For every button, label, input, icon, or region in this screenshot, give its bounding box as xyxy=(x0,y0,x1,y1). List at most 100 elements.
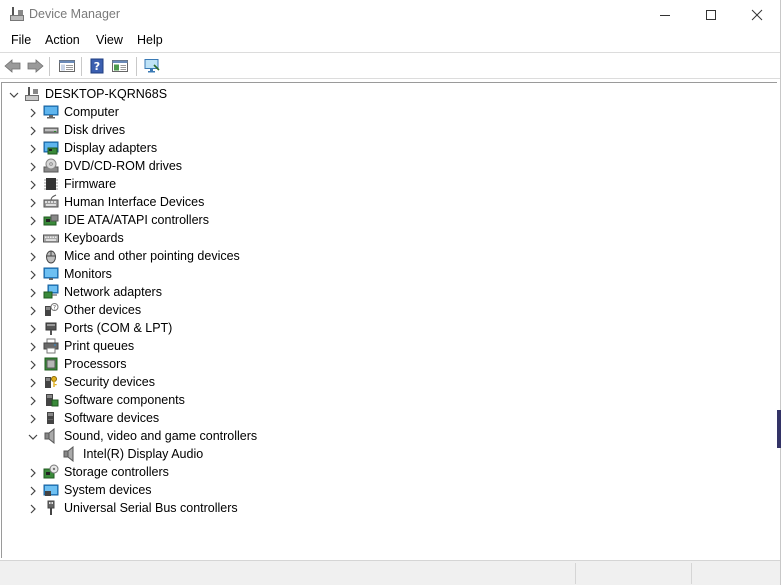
monitor-scan-icon xyxy=(144,59,160,73)
chevron-right-icon[interactable] xyxy=(28,251,38,262)
port-icon xyxy=(43,320,59,336)
mouse-icon xyxy=(43,248,59,264)
chevron-right-icon[interactable] xyxy=(28,377,38,388)
forward-button[interactable] xyxy=(25,56,45,76)
chevron-right-icon[interactable] xyxy=(28,269,38,280)
tree-category-item[interactable]: Print queues xyxy=(2,337,762,355)
tree-category-item[interactable]: Human Interface Devices xyxy=(2,193,762,211)
tree-child-item[interactable]: Intel(R) Display Audio xyxy=(2,445,762,463)
svg-text:?: ? xyxy=(94,60,100,73)
tree-category-item[interactable]: Disk drives xyxy=(2,121,762,139)
maximize-button[interactable] xyxy=(688,0,734,30)
chevron-right-icon[interactable] xyxy=(28,413,38,424)
tree-category-item[interactable]: Computer xyxy=(2,103,762,121)
tree-category-item[interactable]: Firmware xyxy=(2,175,762,193)
tree-item-label: Other devices xyxy=(64,303,142,317)
tree-category-item[interactable]: Sound, video and game controllers xyxy=(2,427,762,445)
tree-item-label: IDE ATA/ATAPI controllers xyxy=(64,213,209,227)
tree-category-item[interactable]: IDE ATA/ATAPI controllers xyxy=(2,211,762,229)
chevron-right-icon[interactable] xyxy=(28,305,38,316)
keyboard-icon xyxy=(43,230,59,246)
chevron-right-icon[interactable] xyxy=(28,197,38,208)
toolbar-separator xyxy=(49,57,50,76)
chevron-down-icon[interactable] xyxy=(28,431,38,441)
tree-root[interactable]: DESKTOP-KQRN68S xyxy=(2,85,762,103)
tree-category-item[interactable]: ? Other devices xyxy=(2,301,762,319)
menu-help[interactable]: Help xyxy=(136,33,164,47)
device-manager-app-icon xyxy=(9,6,25,22)
tree-category-item[interactable]: DVD/CD-ROM drives xyxy=(2,157,762,175)
help-button[interactable]: ? xyxy=(87,56,107,76)
minimize-icon xyxy=(660,15,670,16)
tree-item-label: Ports (COM & LPT) xyxy=(64,321,173,335)
title-bar[interactable]: Device Manager xyxy=(0,0,780,30)
tree-item-label: Human Interface Devices xyxy=(64,195,205,209)
tree-category-item[interactable]: Software devices xyxy=(2,409,762,427)
menu-bar: File Action View Help xyxy=(0,30,780,52)
maximize-icon xyxy=(706,10,716,20)
chevron-right-icon[interactable] xyxy=(28,341,38,352)
tree-category-item[interactable]: Keyboards xyxy=(2,229,762,247)
tree-item-label: Disk drives xyxy=(64,123,126,137)
svg-text:?: ? xyxy=(53,304,56,311)
monitor-icon xyxy=(43,266,59,282)
chevron-right-icon[interactable] xyxy=(28,323,38,334)
chevron-right-icon[interactable] xyxy=(28,467,38,478)
chevron-right-icon[interactable] xyxy=(28,125,38,136)
show-hide-console-tree-button[interactable] xyxy=(57,56,77,76)
menu-file[interactable]: File xyxy=(10,33,32,47)
tree-category-item[interactable]: Storage controllers xyxy=(2,463,762,481)
chevron-right-icon[interactable] xyxy=(28,215,38,226)
close-button[interactable] xyxy=(734,0,780,30)
storage-controller-icon xyxy=(43,464,59,480)
tree-item-label: Intel(R) Display Audio xyxy=(83,447,204,461)
device-tree[interactable]: DESKTOP-KQRN68S Computer Disk drives Displ… xyxy=(1,82,777,558)
chevron-right-icon[interactable] xyxy=(28,161,38,172)
tree-item-label: Security devices xyxy=(64,375,156,389)
software-device-icon xyxy=(43,410,59,426)
chevron-right-icon[interactable] xyxy=(28,179,38,190)
chevron-right-icon[interactable] xyxy=(28,107,38,118)
printer-icon xyxy=(43,338,59,354)
software-component-icon xyxy=(43,392,59,408)
menu-action[interactable]: Action xyxy=(44,33,81,47)
tree-category-item[interactable]: Processors xyxy=(2,355,762,373)
tree-category-item[interactable]: Security devices xyxy=(2,373,762,391)
chevron-right-icon[interactable] xyxy=(28,395,38,406)
tree-item-label: Keyboards xyxy=(64,231,124,245)
network-adapter-icon xyxy=(43,284,59,300)
disk-drive-icon xyxy=(43,122,59,138)
status-cell xyxy=(575,563,576,584)
chevron-right-icon[interactable] xyxy=(28,287,38,298)
tree-item-label: Software devices xyxy=(64,411,160,425)
tree-category-item[interactable]: System devices xyxy=(2,481,762,499)
chevron-right-icon[interactable] xyxy=(28,143,38,154)
tree-category-item[interactable]: Display adapters xyxy=(2,139,762,157)
tree-item-label: Firmware xyxy=(64,177,117,191)
tree-category-item[interactable]: Universal Serial Bus controllers xyxy=(2,499,762,517)
menu-view[interactable]: View xyxy=(95,33,124,47)
security-device-icon xyxy=(43,374,59,390)
tree-category-item[interactable]: Mice and other pointing devices xyxy=(2,247,762,265)
processor-icon xyxy=(43,356,59,372)
tree-category-item[interactable]: Network adapters xyxy=(2,283,762,301)
tree-category-item[interactable]: Software components xyxy=(2,391,762,409)
display-adapter-icon xyxy=(43,140,59,156)
chevron-right-icon[interactable] xyxy=(28,359,38,370)
chevron-right-icon[interactable] xyxy=(28,485,38,496)
computer-icon xyxy=(43,104,59,120)
toolbar: ? xyxy=(0,52,780,79)
scan-for-hardware-changes-button[interactable] xyxy=(142,56,162,76)
chevron-right-icon[interactable] xyxy=(28,503,38,514)
chevron-right-icon[interactable] xyxy=(28,233,38,244)
minimize-button[interactable] xyxy=(642,0,688,30)
chevron-down-icon[interactable] xyxy=(9,89,19,99)
back-button[interactable] xyxy=(3,56,23,76)
window-title: Device Manager xyxy=(29,7,121,21)
tree-item-label: Software components xyxy=(64,393,185,407)
tree-item-label: DVD/CD-ROM drives xyxy=(64,159,183,173)
tree-category-item[interactable]: Monitors xyxy=(2,265,762,283)
tree-category-item[interactable]: Ports (COM & LPT) xyxy=(2,319,762,337)
status-bar xyxy=(0,560,780,585)
properties-button[interactable] xyxy=(110,56,130,76)
